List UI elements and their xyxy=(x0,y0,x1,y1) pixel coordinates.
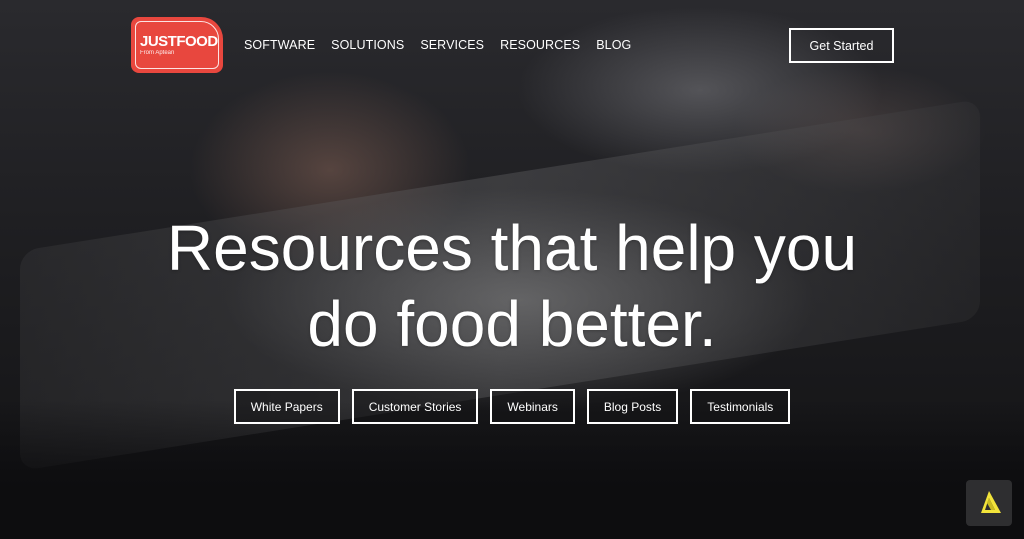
headline-line-1: Resources that help you xyxy=(166,212,858,284)
customer-stories-button[interactable]: Customer Stories xyxy=(351,389,479,424)
logo-subtitle: From Aptean xyxy=(140,49,175,56)
white-papers-button[interactable]: White Papers xyxy=(233,389,340,424)
logo-name: JUSTFOOD xyxy=(140,32,218,50)
aptean-logo-icon xyxy=(981,491,1001,513)
blog-posts-button[interactable]: Blog Posts xyxy=(586,389,679,424)
justfood-logo[interactable]: JUSTFOOD From Aptean xyxy=(131,17,223,73)
nav-item-blog[interactable]: BLOG xyxy=(596,38,631,52)
headline-line-2: do food better. xyxy=(307,288,717,360)
nav-item-solutions[interactable]: SOLUTIONS xyxy=(331,38,404,52)
page-title: Resources that help you do food better. xyxy=(0,210,1024,362)
get-started-button[interactable]: Get Started xyxy=(789,28,894,63)
nav-item-software[interactable]: SOFTWARE xyxy=(244,38,315,52)
nav-item-services[interactable]: SERVICES xyxy=(420,38,484,52)
nav-item-resources[interactable]: RESOURCES xyxy=(500,38,580,52)
testimonials-button[interactable]: Testimonials xyxy=(690,389,791,424)
aptean-widget-button[interactable] xyxy=(966,480,1012,526)
main-nav: SOFTWARE SOLUTIONS SERVICES RESOURCES BL… xyxy=(244,38,631,52)
webinars-button[interactable]: Webinars xyxy=(490,389,575,424)
resource-filter-buttons: White Papers Customer Stories Webinars B… xyxy=(0,389,1024,424)
